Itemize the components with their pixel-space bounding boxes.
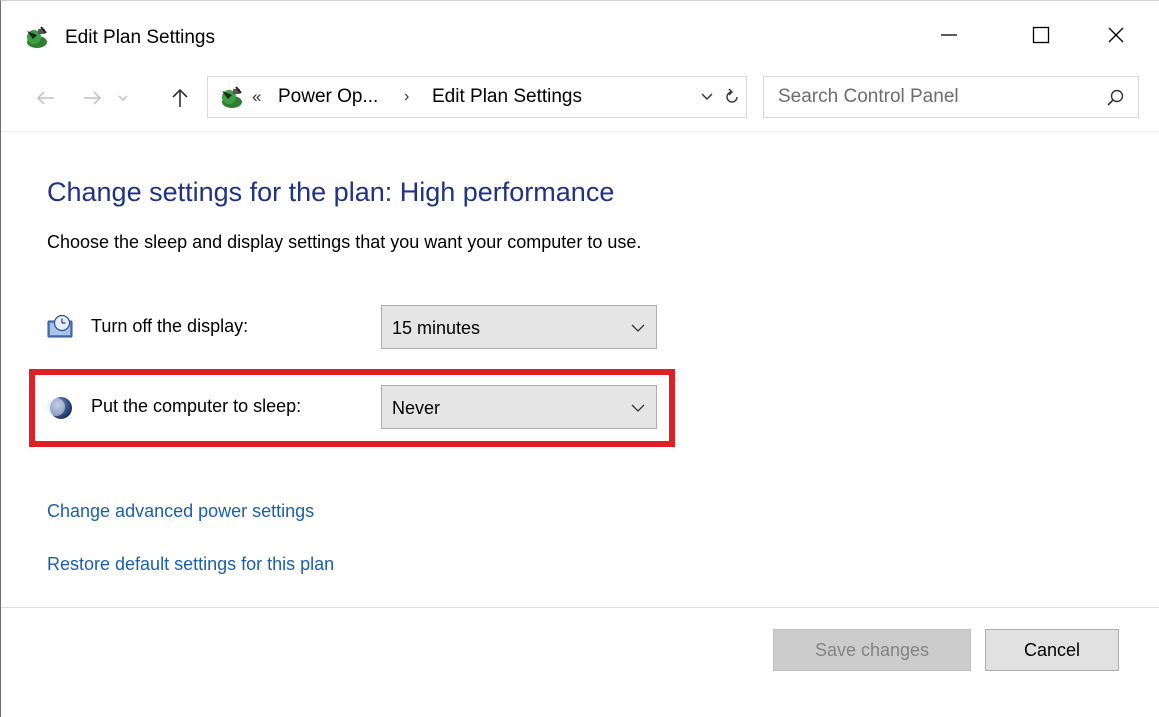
sleep-value: Never — [392, 398, 441, 418]
title-bar[interactable]: Edit Plan Settings — [1, 1, 1159, 69]
refresh-button[interactable] — [720, 85, 744, 109]
chevron-down-icon — [631, 324, 645, 332]
edit-plan-settings-window: Edit Plan Settings « Power Op... › Edit … — [0, 0, 1159, 717]
search-input[interactable] — [778, 83, 1078, 111]
footer-divider — [1, 607, 1159, 608]
cancel-button[interactable]: Cancel — [985, 629, 1119, 671]
up-button[interactable] — [165, 83, 195, 113]
address-history-dropdown[interactable] — [698, 87, 716, 107]
close-button[interactable] — [1073, 1, 1159, 69]
window-title: Edit Plan Settings — [65, 27, 215, 48]
maximize-icon — [1032, 26, 1050, 44]
change-advanced-power-settings-link[interactable]: Change advanced power settings — [47, 499, 314, 523]
page-heading: Change settings for the plan: High perfo… — [47, 177, 615, 207]
breadcrumb-edit-plan-settings[interactable]: Edit Plan Settings — [432, 85, 582, 109]
turn-off-display-select[interactable]: 15 minutes — [381, 305, 657, 349]
chevron-down-icon — [118, 95, 128, 101]
forward-arrow-icon — [84, 91, 102, 105]
power-options-icon — [222, 86, 242, 108]
turn-off-display-label: Turn off the display: — [91, 316, 249, 336]
chevron-down-icon — [631, 404, 645, 412]
sleep-select[interactable]: Never — [381, 385, 657, 429]
restore-default-settings-link[interactable]: Restore default settings for this plan — [47, 552, 334, 576]
back-button[interactable] — [31, 83, 61, 113]
page-description: Choose the sleep and display settings th… — [47, 232, 642, 252]
search-box[interactable] — [763, 76, 1139, 118]
breadcrumb-power-options[interactable]: Power Op... — [278, 85, 378, 109]
up-arrow-icon — [172, 88, 188, 107]
chevron-down-icon — [701, 93, 713, 100]
minimize-icon — [941, 34, 957, 36]
refresh-icon — [726, 88, 738, 103]
nav-divider — [1, 131, 1159, 132]
close-icon — [1108, 27, 1124, 43]
breadcrumb-overflow-chevron[interactable]: « — [252, 86, 261, 108]
address-bar[interactable]: « Power Op... › Edit Plan Settings — [207, 76, 747, 118]
sleep-label: Put the computer to sleep: — [91, 396, 302, 416]
recent-locations-button[interactable] — [113, 83, 133, 113]
forward-button[interactable] — [77, 83, 107, 113]
turn-off-display-value: 15 minutes — [392, 318, 481, 338]
navigation-bar: « Power Op... › Edit Plan Settings — [1, 69, 1159, 132]
save-changes-button[interactable]: Save changes — [773, 629, 971, 671]
breadcrumb-separator[interactable]: › — [404, 86, 409, 108]
power-options-icon — [27, 26, 47, 48]
search-icon[interactable] — [1104, 87, 1126, 109]
display-timer-icon — [47, 314, 73, 338]
back-arrow-icon — [36, 91, 54, 105]
sleep-moon-icon — [47, 397, 72, 419]
minimize-button[interactable] — [903, 1, 995, 69]
